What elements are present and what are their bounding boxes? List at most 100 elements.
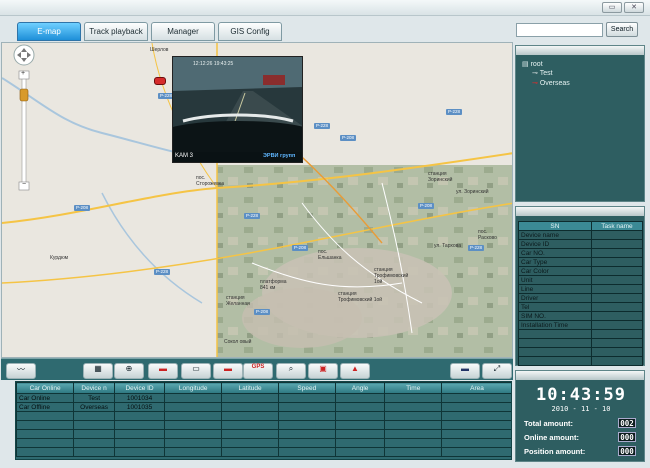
zoom-out-button[interactable]: − bbox=[22, 181, 26, 188]
fullscreen-button[interactable]: ⤢ bbox=[482, 363, 512, 379]
map-label-ul-zorinsky: ул. Зоринский bbox=[456, 189, 489, 195]
col-header[interactable]: Latitude bbox=[221, 382, 279, 394]
map-label-kurdyum: Курдюм bbox=[50, 255, 69, 261]
tab-manager[interactable]: Manager bbox=[151, 22, 215, 41]
info-field: SIM NO. bbox=[518, 311, 592, 321]
col-header[interactable]: Longitude bbox=[164, 382, 223, 394]
table-cell bbox=[221, 393, 279, 403]
table-row bbox=[16, 429, 511, 439]
table-cell: Overseas bbox=[73, 402, 115, 412]
car-online-icon: ⊸ bbox=[532, 80, 538, 87]
col-header[interactable]: Speed bbox=[278, 382, 336, 394]
restore-button[interactable]: ▭ bbox=[602, 2, 622, 13]
col-header[interactable]: Device ID bbox=[113, 382, 166, 394]
position-amount-value: 000 bbox=[618, 446, 636, 456]
alarm-car-icon: ▲ bbox=[351, 364, 359, 373]
online-amount-value: 000 bbox=[618, 432, 636, 442]
info-value bbox=[590, 284, 644, 294]
position-amount-label: Position amount: bbox=[524, 447, 586, 456]
table-cell bbox=[164, 393, 223, 403]
col-header[interactable]: Area bbox=[440, 382, 511, 394]
zoom-tool-button[interactable]: ⊕ bbox=[114, 363, 144, 379]
info-field bbox=[518, 329, 592, 339]
info-field: Driver bbox=[518, 293, 592, 303]
info-field: Line bbox=[518, 284, 592, 294]
map-toolbar: 〰 ▦ ⊕ ▬ ▭ ▬ GPS ⌕ ▣ ▲ ▬ ⤢ bbox=[1, 358, 513, 380]
tab-track-playback[interactable]: Track playback bbox=[84, 22, 148, 41]
road-sign: Р-228 bbox=[314, 123, 331, 129]
table-row bbox=[16, 438, 511, 448]
col-header[interactable]: Car Online bbox=[16, 382, 75, 394]
gps-icon: GPS bbox=[251, 364, 265, 370]
tree-root[interactable]: ▤ root bbox=[522, 60, 543, 68]
ruler-icon: ▭ bbox=[192, 364, 200, 373]
online-amount-label: Online amount: bbox=[524, 433, 579, 442]
road-sign: Р-208 bbox=[254, 309, 271, 315]
info-value bbox=[590, 338, 644, 348]
map-label-sherlov: Шерлов bbox=[150, 47, 169, 53]
info-field: Device ID bbox=[518, 239, 592, 249]
window-tool-button[interactable]: ▬ bbox=[450, 363, 480, 379]
table-cell bbox=[334, 402, 386, 412]
search-input[interactable] bbox=[516, 23, 603, 37]
info-field: Device name bbox=[518, 230, 592, 240]
gps-tool-button[interactable]: GPS bbox=[243, 363, 273, 379]
route-tool-button[interactable]: 〰 bbox=[6, 363, 36, 379]
table-row[interactable]: Car Offline Overseas 1001035 bbox=[16, 402, 511, 412]
total-amount-value: 002 bbox=[618, 418, 636, 428]
table-cell bbox=[278, 402, 336, 412]
video-channel-label: KAM 3 bbox=[175, 153, 194, 159]
device-info-panel: SN Task name Device name Device ID Car NO… bbox=[515, 206, 645, 366]
device-tree-panel: ▤ root ⊸ Test ⊸ Overseas bbox=[515, 45, 645, 202]
camera-icon: ▣ bbox=[319, 364, 327, 373]
tree-item-test[interactable]: ⊸ Test bbox=[532, 69, 553, 77]
info-field bbox=[518, 347, 592, 357]
info-value bbox=[590, 347, 644, 357]
video-feed[interactable]: 12:12:26 19:43:25 KAM 3 ЭРВИ групп bbox=[172, 56, 303, 163]
search-car-tool-button[interactable]: ⌕ bbox=[276, 363, 306, 379]
search-car-icon: ⌕ bbox=[288, 364, 294, 373]
info-field: Car Color bbox=[518, 266, 592, 276]
tab-gis-config[interactable]: GIS Config bbox=[218, 22, 282, 41]
map-label-elshanka: пос. Ельшанка bbox=[318, 249, 342, 261]
search-button[interactable]: Search bbox=[606, 22, 638, 37]
tree-item-overseas[interactable]: ⊸ Overseas bbox=[532, 79, 570, 87]
road-sign: Р-228 bbox=[468, 245, 485, 251]
table-cell bbox=[164, 402, 223, 412]
magnifier-icon: ⊕ bbox=[125, 364, 133, 373]
car-marker-icon[interactable] bbox=[154, 77, 166, 85]
table-row[interactable]: Car Online Test 1001034 bbox=[16, 393, 511, 403]
road-sign: Р-228 bbox=[244, 213, 261, 219]
car-tool-button[interactable]: ▬ bbox=[148, 363, 178, 379]
road-sign: Р-228 bbox=[154, 269, 171, 275]
info-value bbox=[590, 230, 644, 240]
map-label-platforma: платформа 841 км bbox=[260, 279, 287, 291]
map-tool-button[interactable]: ▦ bbox=[83, 363, 113, 379]
measure-tool-button[interactable]: ▭ bbox=[181, 363, 211, 379]
alarm-tool-button[interactable]: ▲ bbox=[340, 363, 370, 379]
window-icon: ▬ bbox=[461, 364, 469, 373]
zoom-in-button[interactable]: + bbox=[21, 70, 25, 77]
table-cell: Car Online bbox=[16, 393, 75, 403]
info-value bbox=[590, 356, 644, 366]
table-cell bbox=[440, 402, 511, 412]
tree-item-label: Test bbox=[539, 70, 553, 77]
video-tool-button[interactable]: ▣ bbox=[308, 363, 338, 379]
table-cell: 1001034 bbox=[113, 393, 166, 403]
tab-e-map[interactable]: E-map bbox=[17, 22, 81, 41]
col-header[interactable]: Angle bbox=[334, 382, 386, 394]
car-marker-tool-button[interactable]: ▬ bbox=[213, 363, 243, 379]
col-header[interactable]: Device n bbox=[73, 382, 115, 394]
col-header[interactable]: Time bbox=[384, 382, 442, 394]
table-cell bbox=[334, 393, 386, 403]
info-header-sn: SN bbox=[518, 221, 592, 231]
close-button[interactable]: ✕ bbox=[624, 2, 644, 13]
map-icon: ▦ bbox=[94, 364, 102, 373]
info-field: Installation Time bbox=[518, 320, 592, 330]
map-label-storozhevka: пос. Сторожевка bbox=[196, 175, 224, 187]
title-bar: ▭ ✕ bbox=[0, 0, 650, 16]
table-cell bbox=[384, 402, 442, 412]
car-offline-icon: ⊸ bbox=[532, 70, 538, 77]
tree-item-label: Overseas bbox=[539, 80, 570, 87]
map-label-ul-tarkova: ул. Тархова bbox=[434, 243, 462, 249]
